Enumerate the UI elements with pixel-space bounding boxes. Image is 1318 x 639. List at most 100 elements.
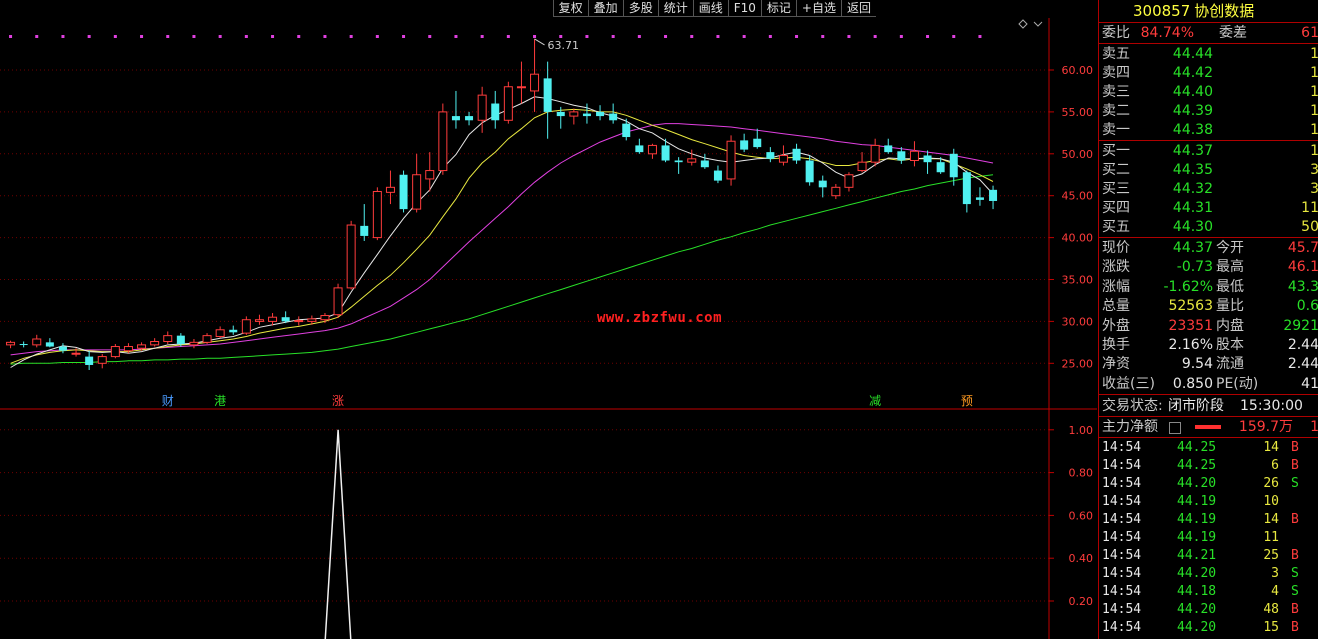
toolbar-button-f10[interactable]: F10: [727, 0, 761, 17]
signal-dot: [821, 35, 825, 38]
tick-side: S: [1291, 584, 1299, 599]
event-marker[interactable]: 财: [162, 394, 174, 408]
candle: [333, 283, 343, 319]
candle: [110, 344, 120, 359]
tick-time: 14:54: [1102, 476, 1142, 491]
signal-dot: [454, 35, 458, 38]
toolbar-button-multi-stock[interactable]: 多股: [622, 0, 658, 17]
ask-level-row[interactable]: 卖五 44.44 1: [1099, 45, 1318, 63]
quote-value-2: 43.3: [1287, 278, 1318, 295]
tick-row: 14:54 44.20 3 S: [1099, 565, 1318, 583]
toolbar-button-overlay[interactable]: 叠加: [587, 0, 623, 17]
signal-dot: [375, 35, 379, 38]
diamond-icon: [1018, 19, 1028, 29]
signal-dot: [297, 35, 301, 38]
tick-volume: 26: [1263, 476, 1279, 491]
candle-body: [543, 78, 552, 112]
event-marker[interactable]: 涨: [332, 393, 344, 408]
quote-value: 0.850: [1172, 375, 1213, 392]
price-tick-label: 40.00: [1062, 232, 1094, 245]
price-tick-label: 30.00: [1062, 315, 1094, 328]
ask-level-row[interactable]: 卖一 44.38 1: [1099, 121, 1318, 139]
candle-body: [923, 155, 932, 163]
quote-label-2: 最低: [1216, 278, 1244, 295]
candle-body: [740, 140, 749, 150]
candle: [647, 143, 657, 159]
main-flow-row[interactable]: 主力净额 159.7万 1: [1099, 418, 1318, 436]
tick-price: 44.20: [1177, 476, 1217, 491]
ask-level-volume: 1: [1310, 45, 1318, 63]
candle-body: [661, 145, 670, 161]
ask-level-row[interactable]: 卖三 44.40 1: [1099, 83, 1318, 101]
tick-volume: 14: [1263, 512, 1279, 527]
candle-body: [254, 319, 264, 322]
tick-row: 14:54 44.20 15 B: [1099, 619, 1318, 637]
candle-body: [268, 316, 278, 322]
quote-value-2: 0.6: [1296, 298, 1318, 315]
toolbar-button-mark[interactable]: 标记: [760, 0, 796, 17]
candle: [753, 128, 762, 149]
signal-dot: [480, 35, 484, 38]
candle-body: [215, 329, 225, 337]
candle: [360, 204, 369, 241]
event-marker[interactable]: 减: [869, 394, 881, 408]
candle: [962, 170, 971, 213]
kline-chart-svg[interactable]: 60.00 55.00 50.00 45.00 40.00 35.00 30.00 25.00…: [0, 0, 1097, 639]
tick-volume: 48: [1263, 602, 1279, 617]
tick-price: 44.18: [1177, 584, 1217, 599]
ma20-line: [10, 123, 994, 356]
candle: [281, 311, 290, 324]
tick-volume: 3: [1271, 566, 1279, 581]
price-tick-label: 50.00: [1062, 148, 1094, 161]
tick-side: B: [1291, 602, 1299, 617]
menu-icon[interactable]: [1169, 422, 1181, 434]
quote-label: 净资: [1102, 356, 1130, 373]
bid-level-row[interactable]: 买一 44.37 1: [1099, 142, 1318, 160]
candle-body: [71, 352, 81, 355]
toolbar-button-add-watchlist[interactable]: +自选: [795, 0, 841, 17]
ask-level-row[interactable]: 卖四 44.42 1: [1099, 64, 1318, 82]
signal-dot: [899, 35, 903, 38]
candle: [661, 138, 670, 163]
event-marker[interactable]: 港: [214, 394, 226, 408]
signal-dot: [87, 35, 91, 38]
main-flow-extra: 1: [1310, 418, 1318, 436]
candle: [385, 170, 395, 205]
toolbar-button-restore-rights[interactable]: 复权: [552, 0, 588, 17]
tick-price: 44.20: [1177, 602, 1217, 617]
candle-body: [229, 329, 238, 333]
ask-level-volume: 1: [1310, 102, 1318, 120]
quote-label-2: 股本: [1216, 337, 1244, 353]
toolbar-button-back[interactable]: 返回: [840, 0, 876, 17]
candle-body: [857, 161, 867, 172]
quote-value-2: 2921: [1283, 317, 1318, 334]
weibi-value: 84.74%: [1140, 25, 1194, 41]
candle-body: [766, 152, 775, 159]
toolbar-button-draw-line[interactable]: 画线: [692, 0, 728, 17]
candle: [97, 354, 107, 369]
candle-body: [399, 174, 408, 210]
ask-level-row[interactable]: 卖二 44.39 1: [1099, 102, 1318, 120]
candle-body: [700, 160, 709, 168]
signal-dot: [926, 35, 930, 38]
candle: [58, 343, 67, 354]
toolbar-button-statistics[interactable]: 统计: [657, 0, 693, 17]
event-marker[interactable]: 预: [961, 394, 973, 408]
ask-level-price: 44.40: [1172, 84, 1213, 100]
candle-body: [530, 73, 540, 92]
tick-price: 44.25: [1177, 458, 1217, 473]
tick-volume: 14: [1263, 440, 1279, 455]
tick-row: 14:54 44.21 25 B: [1099, 547, 1318, 565]
candle: [740, 133, 749, 153]
bid-level-row[interactable]: 买二 44.35 3: [1099, 161, 1318, 179]
bid-level-row[interactable]: 买三 44.32 3: [1099, 180, 1318, 198]
kline-chart-area[interactable]: 60.00 55.00 50.00 45.00 40.00 35.00 30.00 25.00…: [0, 0, 1097, 639]
bid-level-row[interactable]: 买五 44.30 50: [1099, 218, 1318, 236]
candle-body: [516, 86, 526, 89]
signal-dot: [140, 35, 144, 38]
candle: [792, 143, 801, 164]
candle-body: [503, 86, 513, 121]
candle-body: [346, 224, 356, 289]
bid-level-row[interactable]: 买四 44.31 11: [1099, 199, 1318, 217]
candle: [412, 153, 422, 213]
